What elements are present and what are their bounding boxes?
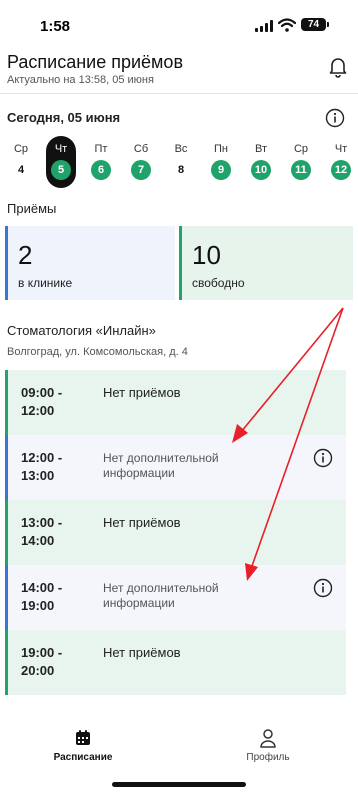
slot-start: 09:00 - — [21, 385, 63, 400]
day-weekday: Ср — [293, 143, 309, 155]
day-weekday: Вт — [254, 143, 267, 155]
slot-description: Нет приёмов — [103, 385, 181, 400]
slot-end: 14:00 — [21, 533, 55, 548]
day-number: 7 — [131, 160, 151, 180]
info-icon[interactable] — [313, 578, 333, 598]
clinic-address: Волгоград, ул. Комсомольская, д. 4 — [7, 346, 188, 358]
day-number: 6 — [91, 160, 111, 180]
day-item[interactable]: Ср 11 — [286, 136, 316, 188]
slot-end: 20:00 — [21, 663, 55, 678]
day-selector: Ср 4 Чт 5 Пт 6 Сб 7 Вс 8 Пн 9 Вт 10 Ср 1… — [0, 136, 358, 188]
nav-profile[interactable]: Профиль — [208, 728, 328, 763]
calendar-icon — [76, 730, 90, 745]
slot-end: 19:00 — [21, 598, 55, 613]
slot-time: 14:00 - 19:00 — [21, 579, 91, 615]
day-weekday: Сб — [133, 143, 149, 155]
clinic-name: Стоматология «Инлайн» — [7, 323, 156, 338]
slot-time: 19:00 - 20:00 — [21, 644, 91, 680]
in-clinic-label: в клинике — [18, 276, 73, 290]
free-label: свободно — [192, 276, 245, 290]
time-slot[interactable]: 14:00 - 19:00 Нет дополнительной информа… — [5, 565, 346, 630]
day-item[interactable]: Пн 9 — [206, 136, 236, 188]
day-item[interactable]: Вс 8 — [166, 136, 196, 188]
signal-icon — [255, 20, 273, 32]
bell-icon[interactable] — [328, 56, 348, 78]
day-number: 8 — [171, 160, 191, 180]
day-number: 9 — [211, 160, 231, 180]
profile-icon — [260, 729, 276, 748]
info-icon[interactable] — [313, 448, 333, 468]
status-time: 1:58 — [40, 18, 71, 35]
in-clinic-card[interactable]: 2 в клинике — [5, 226, 175, 300]
day-item[interactable]: Сб 7 — [126, 136, 156, 188]
slot-start: 19:00 - — [21, 645, 63, 660]
nav-profile-label: Профиль — [246, 752, 290, 763]
page-title: Расписание приёмов — [7, 52, 184, 72]
slot-end: 13:00 — [21, 468, 55, 483]
day-weekday: Пт — [94, 143, 108, 155]
day-item[interactable]: Ср 4 — [6, 136, 36, 188]
day-weekday: Ср — [13, 143, 29, 155]
day-item-selected[interactable]: Чт 5 — [46, 136, 76, 188]
slot-description: Нет приёмов — [103, 515, 181, 530]
today-label: Сегодня, 05 июня — [7, 110, 121, 125]
day-number: 4 — [11, 160, 31, 180]
day-item[interactable]: Чт 12 — [326, 136, 356, 188]
slot-end: 12:00 — [21, 403, 55, 418]
header: Расписание приёмов Актуально на 13:58, 0… — [0, 44, 358, 94]
day-number: 10 — [251, 160, 271, 180]
in-clinic-count: 2 — [18, 240, 33, 270]
battery-icon: 74 — [301, 18, 326, 31]
day-weekday: Чт — [54, 143, 68, 155]
day-weekday: Пн — [214, 143, 228, 155]
time-slot[interactable]: 12:00 - 13:00 Нет дополнительной информа… — [5, 435, 346, 500]
slot-start: 13:00 - — [21, 515, 63, 530]
time-slot[interactable]: 13:00 - 14:00 Нет приёмов — [5, 500, 346, 565]
day-weekday: Вс — [174, 143, 188, 155]
page-subtitle: Актуально на 13:58, 05 июня — [7, 74, 154, 86]
day-number: 5 — [51, 160, 71, 180]
slot-description: Нет приёмов — [103, 645, 181, 660]
slot-description: Нет дополнительной информации — [103, 581, 219, 610]
day-number: 11 — [291, 160, 311, 180]
slot-time: 13:00 - 14:00 — [21, 514, 91, 550]
wifi-icon — [278, 18, 296, 32]
slot-time: 12:00 - 13:00 — [21, 449, 91, 485]
nav-schedule-label: Расписание — [53, 752, 113, 763]
time-slot[interactable]: 19:00 - 20:00 Нет приёмов — [5, 630, 346, 695]
slot-start: 14:00 - — [21, 580, 63, 595]
day-item[interactable]: Вт 10 — [246, 136, 276, 188]
day-number: 12 — [331, 160, 351, 180]
day-weekday: Чт — [334, 143, 348, 155]
home-indicator — [112, 782, 246, 787]
slot-start: 12:00 - — [21, 450, 63, 465]
free-card[interactable]: 10 свободно — [179, 226, 353, 300]
free-count: 10 — [192, 240, 221, 270]
day-item[interactable]: Пт 6 — [86, 136, 116, 188]
appointments-label: Приёмы — [7, 201, 57, 216]
slot-time: 09:00 - 12:00 — [21, 384, 91, 420]
nav-schedule[interactable]: Расписание — [23, 728, 143, 763]
info-icon[interactable] — [325, 108, 345, 128]
status-bar: 1:58 74 — [0, 0, 358, 44]
slot-description: Нет дополнительной информации — [103, 451, 219, 480]
time-slot[interactable]: 09:00 - 12:00 Нет приёмов — [5, 370, 346, 435]
battery-tip — [327, 22, 329, 27]
